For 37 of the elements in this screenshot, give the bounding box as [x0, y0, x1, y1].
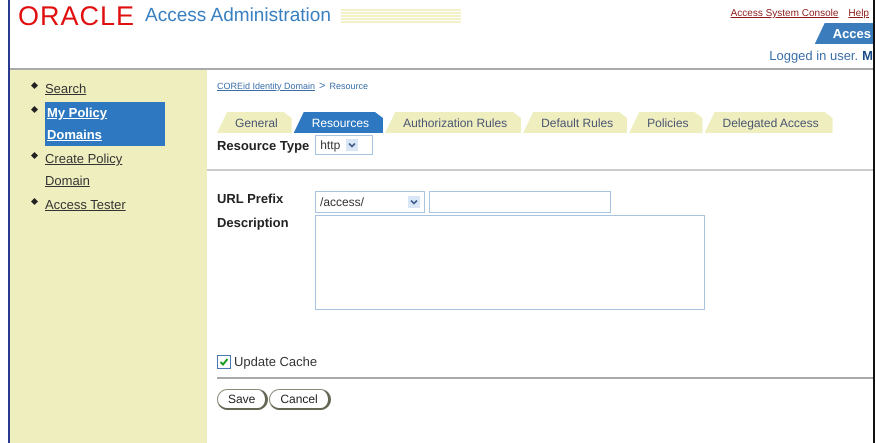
field-label: Description: [217, 215, 290, 230]
url-prefix-dropdown[interactable]: /access/: [315, 191, 425, 213]
checkbox-label: Update Cache: [234, 354, 318, 369]
sidebar-link[interactable]: My Policy Domains: [45, 102, 165, 146]
description-field[interactable]: [315, 215, 705, 310]
header-link[interactable]: Help: [848, 8, 869, 19]
logged-in-label: Logged in user.: [769, 48, 858, 63]
tab[interactable]: Authorization Rules: [385, 112, 522, 133]
sidebar-link[interactable]: Create Policy Domain: [45, 148, 165, 192]
oracle-logo: ORACLE: [18, 0, 136, 32]
app-title: Access Administration: [145, 5, 331, 27]
bullet-icon: [30, 82, 38, 90]
field-label: Resource Type: [217, 138, 310, 152]
bullet-icon: [30, 106, 38, 114]
url-input-field[interactable]: [429, 191, 611, 213]
bullet-icon: [30, 152, 38, 160]
tab[interactable]: Default Rules: [523, 112, 628, 133]
header-link[interactable]: Access System Console: [730, 8, 838, 19]
field-label: URL Prefix: [217, 191, 284, 206]
caret-icon: [346, 139, 358, 151]
resource-type-dropdown[interactable]: http: [315, 135, 374, 155]
tab[interactable]: Delegated Access: [704, 112, 833, 133]
breadcrumb-current: Resource: [329, 81, 368, 91]
tab[interactable]: Policies: [629, 112, 703, 133]
checkbox[interactable]: [217, 354, 231, 368]
tab[interactable]: Resources: [294, 112, 384, 133]
bullet-icon: [30, 198, 38, 206]
caret-icon: [408, 196, 420, 208]
app-tab[interactable]: Acces: [814, 23, 873, 44]
sidebar-link[interactable]: Search: [45, 78, 165, 100]
breadcrumb-separator: >: [319, 80, 326, 92]
tab[interactable]: General: [217, 112, 292, 133]
action-button[interactable]: Cancel: [269, 389, 331, 410]
user-name: M: [862, 48, 873, 63]
action-button[interactable]: Save: [217, 389, 268, 410]
sidebar-link[interactable]: Access Tester: [45, 194, 165, 216]
breadcrumb-link[interactable]: COREid Identity Domain: [217, 81, 316, 91]
